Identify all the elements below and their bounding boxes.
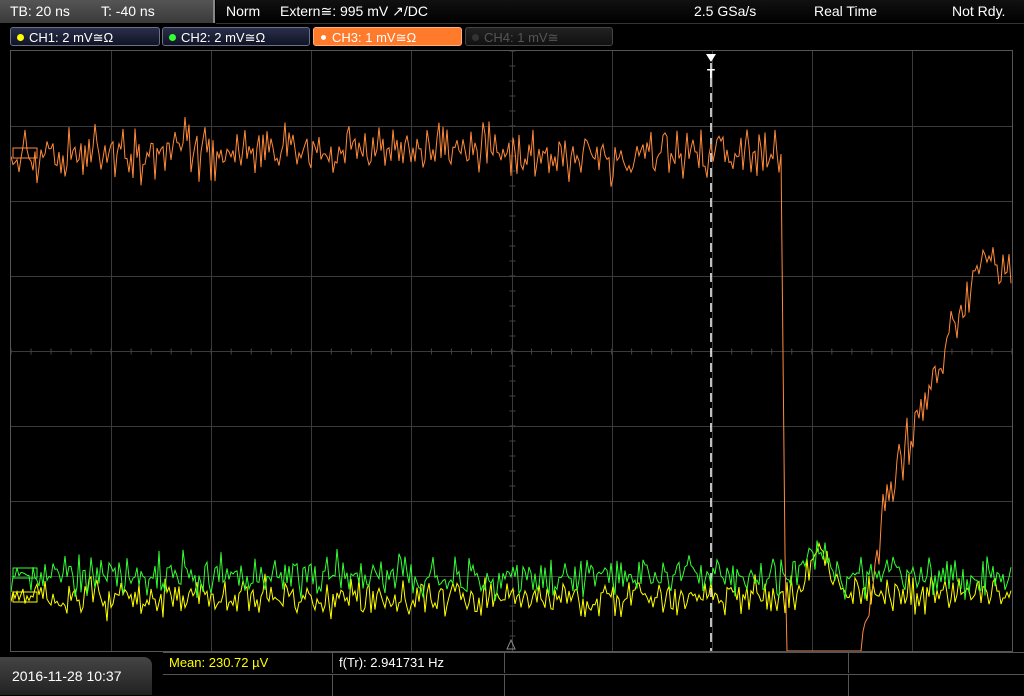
ch2-dot-icon <box>169 34 176 41</box>
trigger-offset-label: T: -40 ns <box>101 3 155 19</box>
top-status-bar: TB: 20 ns T: -40 ns Norm Extern≅: 995 mV… <box>0 0 1024 24</box>
meas-empty-6[interactable] <box>849 674 1024 696</box>
timebase-label: TB: 20 ns <box>10 3 70 19</box>
ch3-label: CH3: 1 mV≅Ω <box>332 30 417 45</box>
meas-frequency[interactable]: f(Tr): 2.941731 Hz <box>333 653 505 673</box>
meas-empty-1[interactable] <box>505 653 849 673</box>
ch3-waveform <box>11 116 1012 651</box>
trigger-marker: T <box>707 66 715 81</box>
waveform-canvas: T <box>11 51 1012 651</box>
tab-ch2[interactable]: CH2: 2 mV≅Ω <box>162 27 310 46</box>
meas-empty-3[interactable] <box>163 674 333 696</box>
ch4-dot-icon <box>472 34 479 41</box>
time-origin-icon <box>506 638 516 650</box>
ch1-label: CH1: 2 mV≅Ω <box>29 30 114 45</box>
ch2-label: CH2: 2 mV≅Ω <box>181 30 266 45</box>
datetime: 2016-11-28 10:37 <box>12 668 122 684</box>
trigger-mode: Norm <box>226 3 261 19</box>
ch3-ground-marker[interactable] <box>12 147 38 159</box>
tab-ch4[interactable]: CH4: 1 mV≅ <box>465 27 613 46</box>
tab-ch3[interactable]: CH3: 1 mV≅Ω <box>313 27 462 46</box>
trigger-arrow-icon[interactable] <box>706 54 716 62</box>
ch4-label: CH4: 1 mV≅ <box>484 30 559 45</box>
timebase-box[interactable]: TB: 20 ns T: -40 ns <box>0 0 215 23</box>
tab-ch1[interactable]: CH1: 2 mV≅Ω <box>10 27 160 46</box>
datetime-box: 2016-11-28 10:37 <box>0 657 152 695</box>
acquisition-status[interactable]: Norm Extern≅: 995 mV ↗/DC 2.5 GSa/s Real… <box>216 0 1024 24</box>
ready-state: Not Rdy. <box>952 3 1006 19</box>
trigger-source: Extern≅: 995 mV ↗/DC <box>280 3 428 19</box>
sample-rate: 2.5 GSa/s <box>694 3 757 19</box>
measurement-bar: Mean: 230.72 µV f(Tr): 2.941731 Hz <box>163 652 1024 696</box>
meas-empty-2[interactable] <box>849 653 1024 673</box>
meas-empty-5[interactable] <box>505 674 849 696</box>
acquisition-mode: Real Time <box>814 3 878 19</box>
ch3-dot-icon <box>320 34 327 41</box>
channel-tabs: CH1: 2 mV≅Ω CH2: 2 mV≅Ω CH3: 1 mV≅Ω CH4:… <box>0 26 1024 48</box>
meas-empty-4[interactable] <box>333 674 505 696</box>
ch1-dot-icon <box>17 34 24 41</box>
meas-mean[interactable]: Mean: 230.72 µV <box>163 653 333 673</box>
scope-display[interactable]: T <box>10 50 1013 652</box>
